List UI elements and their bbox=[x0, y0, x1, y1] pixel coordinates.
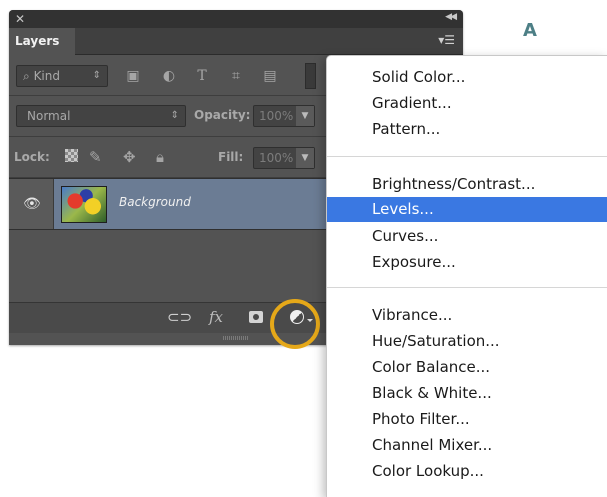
menu-item-hue-saturation[interactable]: Hue/Saturation... bbox=[327, 329, 607, 354]
image-filter-icon[interactable]: ▣ bbox=[125, 68, 141, 84]
panel-tab-row: Layers ▾☰ bbox=[9, 28, 463, 55]
fill-value: 100% bbox=[259, 151, 294, 165]
adjustment-filter-icon[interactable]: ◐ bbox=[161, 68, 177, 84]
opacity-value: 100% bbox=[259, 109, 294, 123]
menu-item-photo-filter[interactable]: Photo Filter... bbox=[327, 407, 607, 432]
menu-item-color-balance[interactable]: Color Balance... bbox=[327, 355, 607, 380]
menu-item-channel-mixer[interactable]: Channel Mixer... bbox=[327, 433, 607, 458]
adjustment-layer-menu: Solid Color... Gradient... Pattern... Br… bbox=[326, 55, 607, 497]
close-icon[interactable]: ✕ bbox=[15, 11, 25, 27]
menu-item-color-lookup[interactable]: Color Lookup... bbox=[327, 459, 607, 484]
lock-position-icon[interactable]: ✥ bbox=[123, 149, 136, 165]
collapse-icon[interactable]: ◀◀ bbox=[445, 12, 457, 22]
blend-mode-value: Normal bbox=[27, 109, 71, 123]
resize-grip[interactable] bbox=[223, 336, 249, 340]
menu-item-black-white[interactable]: Black & White... bbox=[327, 381, 607, 406]
menu-separator bbox=[327, 287, 607, 288]
menu-separator bbox=[327, 156, 607, 157]
opacity-field[interactable]: 100% ▼ bbox=[253, 105, 315, 127]
visibility-toggle[interactable]: 👁︎ bbox=[9, 179, 54, 229]
chevron-down-icon[interactable]: ▼ bbox=[296, 148, 314, 168]
kind-filter-select[interactable]: ⌕ Kind ⇕ bbox=[16, 65, 108, 87]
lock-image-pixels-icon[interactable]: ✎ bbox=[89, 149, 102, 165]
callout-label: A bbox=[523, 20, 537, 41]
lock-transparency-icon[interactable] bbox=[65, 149, 78, 162]
shape-filter-icon[interactable]: ⌗ bbox=[228, 68, 244, 84]
search-icon: ⌕ bbox=[23, 69, 30, 83]
layer-name: Background bbox=[119, 195, 191, 209]
tab-layers[interactable]: Layers bbox=[9, 28, 75, 55]
link-layers-icon[interactable]: ⊂⊃ bbox=[167, 309, 192, 325]
filter-toggle-switch[interactable] bbox=[305, 63, 316, 89]
lock-label: Lock: bbox=[14, 150, 50, 164]
menu-item-pattern[interactable]: Pattern... bbox=[327, 117, 607, 142]
panel-menu-icon[interactable]: ▾☰ bbox=[438, 33, 455, 47]
menu-item-curves[interactable]: Curves... bbox=[327, 224, 607, 249]
menu-item-levels[interactable]: Levels... bbox=[327, 197, 607, 222]
chevron-down-icon[interactable]: ▼ bbox=[296, 106, 314, 126]
layer-thumbnail bbox=[61, 186, 107, 223]
lock-all-icon[interactable]: 🔒︎ bbox=[156, 149, 164, 165]
menu-item-vibrance[interactable]: Vibrance... bbox=[327, 303, 607, 328]
menu-item-solid-color[interactable]: Solid Color... bbox=[327, 65, 607, 90]
updown-arrow-icon: ⇕ bbox=[170, 110, 179, 121]
panel-title-bar: ✕ ◀◀ bbox=[9, 10, 463, 28]
menu-item-exposure[interactable]: Exposure... bbox=[327, 250, 607, 275]
updown-arrow-icon: ⇕ bbox=[92, 70, 101, 81]
type-filter-icon[interactable]: T bbox=[194, 68, 210, 84]
eye-icon: 👁︎ bbox=[23, 196, 41, 212]
blend-mode-select[interactable]: Normal ⇕ bbox=[16, 105, 186, 127]
add-mask-icon[interactable] bbox=[249, 311, 263, 323]
smart-object-filter-icon[interactable]: ▤ bbox=[262, 68, 278, 84]
menu-item-gradient[interactable]: Gradient... bbox=[327, 91, 607, 116]
fill-label: Fill: bbox=[218, 150, 244, 164]
menu-item-brightness-contrast[interactable]: Brightness/Contrast... bbox=[327, 172, 607, 197]
fx-icon[interactable]: fx bbox=[209, 309, 223, 325]
opacity-label: Opacity: bbox=[194, 108, 251, 122]
highlight-ring bbox=[270, 299, 320, 349]
fill-field[interactable]: 100% ▼ bbox=[253, 147, 315, 169]
kind-label: Kind bbox=[33, 69, 60, 83]
